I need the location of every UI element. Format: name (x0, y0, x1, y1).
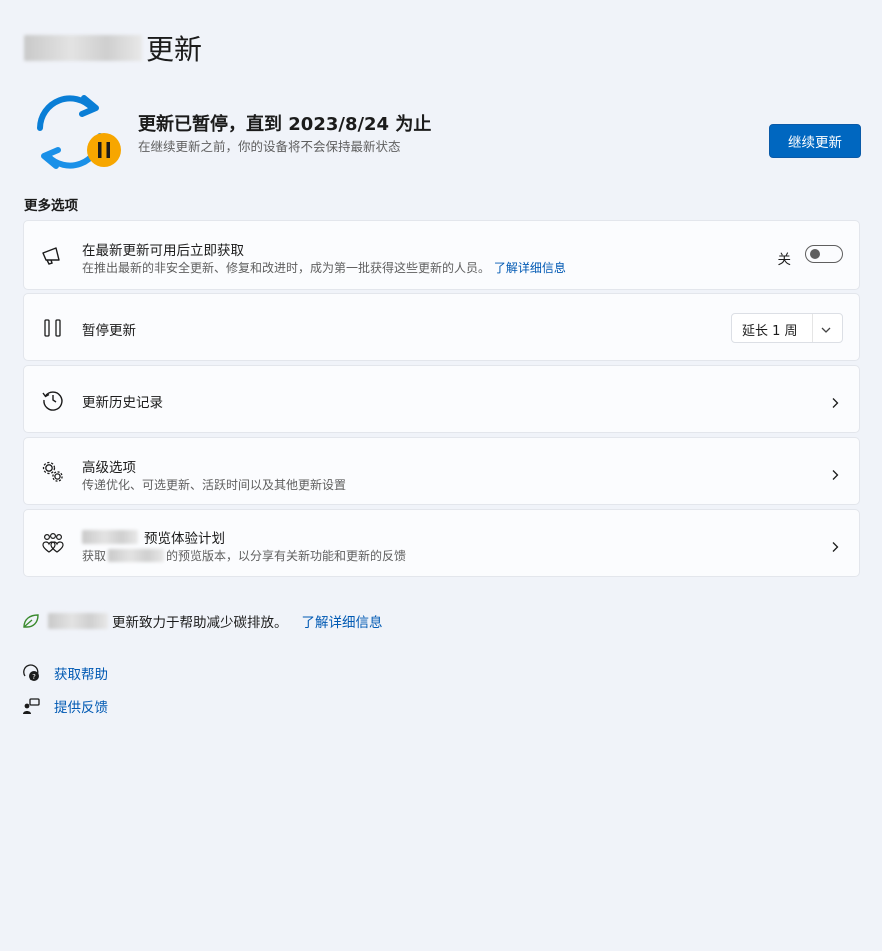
feedback-link[interactable]: 提供反馈 (22, 696, 108, 716)
dropdown-divider (812, 314, 813, 342)
card-get-latest-updates: 在最新更新可用后立即获取 在推出最新的非安全更新、修复和改进时，成为第一批获得这… (23, 220, 860, 290)
pause-duration-dropdown[interactable]: 延长 1 周 (731, 313, 843, 343)
card-advanced-options[interactable]: 高级选项 传递优化、可选更新、活跃时间以及其他更新设置 (23, 437, 860, 505)
redacted-text (24, 35, 142, 61)
redacted-text (82, 530, 138, 544)
leaf-icon (22, 612, 40, 630)
card-insider-program[interactable]: 预览体验计划 获取 的预览版本，以分享有关新功能和更新的反馈 (23, 509, 860, 577)
status-headline: 更新已暂停，直到 2023/8/24 为止 (138, 114, 432, 135)
redacted-text (48, 613, 108, 629)
card-desc-prefix: 获取 (82, 549, 107, 563)
card-desc: 获取 的预览版本，以分享有关新功能和更新的反馈 (82, 547, 406, 564)
get-help-link[interactable]: ? 获取帮助 (22, 663, 108, 683)
card-title: 高级选项 (82, 460, 136, 476)
page-title-text: 更新 (146, 33, 203, 66)
update-status: 更新已暂停，直到 2023/8/24 为止 在继续更新之前，你的设备将不会保持最… (30, 94, 860, 174)
chevron-right-icon (829, 394, 841, 408)
megaphone-icon (40, 243, 66, 269)
card-title-text: 预览体验计划 (144, 531, 225, 547)
card-desc: 在推出最新的非安全更新、修复和改进时，成为第一批获得这些更新的人员。 了解详细信… (82, 259, 566, 276)
dropdown-value: 延长 1 周 (742, 324, 798, 339)
svg-text:?: ? (32, 673, 36, 681)
status-subtext: 在继续更新之前，你的设备将不会保持最新状态 (138, 139, 401, 154)
chevron-down-icon (820, 324, 832, 334)
latest-updates-toggle[interactable] (805, 245, 843, 263)
chevron-right-icon (829, 466, 841, 480)
card-update-history[interactable]: 更新历史记录 (23, 365, 860, 433)
carbon-text: 更新致力于帮助减少碳排放。 (112, 615, 288, 631)
card-desc-text: 在推出最新的非安全更新、修复和改进时，成为第一批获得这些更新的人员。 (82, 261, 491, 275)
sync-paused-icon (30, 94, 122, 170)
feedback-icon (22, 697, 40, 715)
page-title: 更新 (24, 30, 202, 66)
get-help-label: 获取帮助 (54, 667, 108, 683)
gears-icon (40, 459, 66, 485)
toggle-state-label: 关 (777, 252, 792, 268)
insider-hearts-icon (40, 531, 66, 557)
help-icon: ? (22, 664, 40, 682)
learn-more-link[interactable]: 了解详细信息 (494, 261, 566, 275)
card-title: 在最新更新可用后立即获取 (82, 243, 244, 259)
carbon-learn-more-link[interactable]: 了解详细信息 (302, 611, 383, 631)
history-icon (40, 387, 66, 413)
card-title: 预览体验计划 (82, 527, 225, 547)
resume-updates-button[interactable]: 继续更新 (769, 124, 861, 158)
toggle-knob (810, 249, 820, 259)
card-desc: 传递优化、可选更新、活跃时间以及其他更新设置 (82, 478, 347, 492)
carbon-note: 更新致力于帮助减少碳排放。 了解详细信息 (22, 611, 383, 631)
card-desc-suffix: 的预览版本，以分享有关新功能和更新的反馈 (166, 549, 407, 563)
more-options-heading: 更多选项 (24, 198, 78, 214)
card-title: 暂停更新 (82, 323, 136, 339)
chevron-right-icon (829, 538, 841, 552)
card-pause-updates: 暂停更新 延长 1 周 (23, 293, 860, 361)
redacted-text (108, 549, 165, 562)
feedback-label: 提供反馈 (54, 700, 108, 716)
pause-icon (40, 315, 66, 341)
card-title: 更新历史记录 (82, 395, 163, 411)
